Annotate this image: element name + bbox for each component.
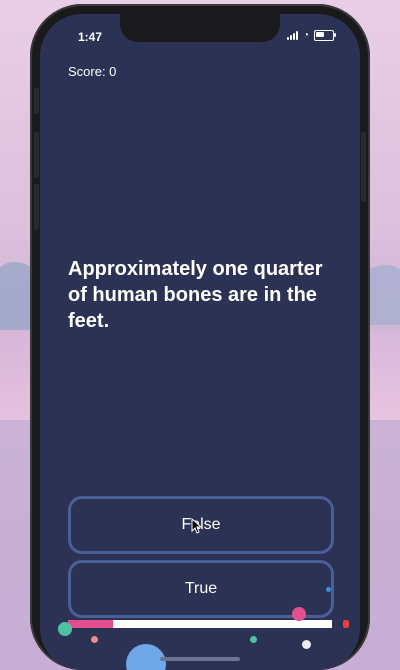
false-button-label: False [181, 516, 221, 533]
mute-switch [34, 88, 39, 114]
wifi-icon: ◔ [302, 29, 309, 41]
battery-icon [314, 30, 336, 41]
signal-icon [286, 31, 298, 40]
score-label: Score: 0 [68, 64, 117, 79]
cursor-icon [191, 518, 201, 534]
true-button-label: True [184, 580, 218, 597]
progress-bar [68, 620, 332, 628]
volume-down-button [34, 184, 39, 230]
power-button [361, 132, 366, 202]
question-text: Approximately one quarter of human bones… [68, 258, 323, 332]
status-time: 1:47 [78, 30, 103, 44]
confetti-dot [326, 587, 331, 592]
notch [120, 14, 280, 42]
confetti-dot [292, 607, 306, 621]
confetti-dot [250, 636, 257, 643]
home-indicator [160, 657, 240, 661]
confetti-piece [343, 620, 349, 628]
volume-up-button [34, 132, 39, 178]
progress-fill [68, 620, 113, 628]
confetti-dot [91, 636, 98, 643]
status-icons: ◔ [286, 29, 336, 41]
confetti-dot [58, 622, 72, 636]
app-screen: 1:47 ◔ Score: 0 Approximately one quarte… [40, 14, 360, 670]
confetti-dot [302, 640, 311, 649]
false-button[interactable]: False [68, 496, 334, 554]
